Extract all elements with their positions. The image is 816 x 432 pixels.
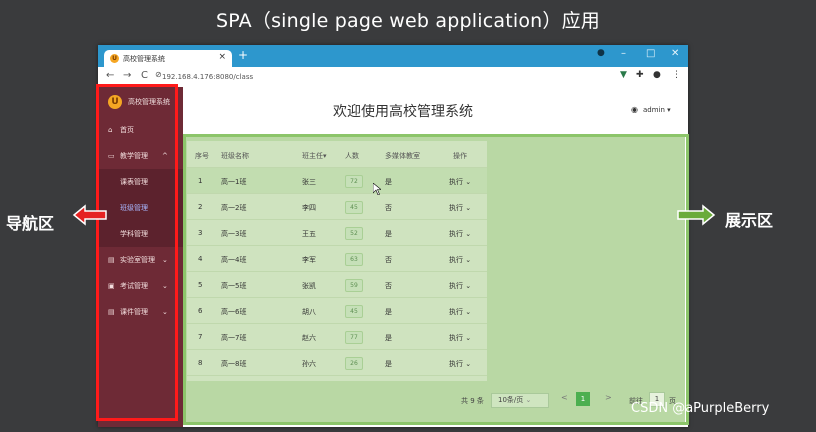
extensions-icon[interactable]: ✚ [636,70,644,80]
watermark: CSDN @aPurpleBerry [631,401,770,416]
user-icon[interactable]: ◉ [631,105,638,114]
vue-devtools-icon[interactable]: ▼ [620,70,627,80]
record-icon: ● [597,48,605,58]
nav-area-label: 导航区 [6,214,55,233]
close-tab-icon[interactable]: × [218,52,226,62]
user-menu[interactable]: admin ▾ [643,106,671,114]
browser-tab[interactable]: U 高校管理系统 × [104,50,232,67]
slide-title: SPA（single page web application）应用 [215,10,601,32]
close-window-button[interactable]: ✕ [671,48,679,59]
site-info-icon[interactable]: ⊘ [155,70,162,79]
profile-icon[interactable]: ● [653,70,661,80]
favicon-icon: U [110,54,119,63]
minimize-button[interactable]: – [621,48,626,59]
tab-title: 高校管理系统 [123,55,165,63]
display-area-label: 展示区 [725,211,774,230]
page-header: 欢迎使用高校管理系统 ◉ admin ▾ [183,87,688,131]
url-input[interactable]: 192.168.4.176:8080/class [162,70,582,84]
right-arrow-icon [677,204,716,226]
nav-area-highlight [96,84,178,421]
back-arrow-icon[interactable]: ← [106,70,114,81]
address-bar: ← → C ⊘ 192.168.4.176:8080/class ▼ ✚ ● ⋮ [98,67,688,88]
forward-arrow-icon[interactable]: → [123,70,131,81]
page-title: 欢迎使用高校管理系统 [333,104,473,120]
browser-titlebar: U 高校管理系统 × + ● – □ ✕ [98,45,688,67]
mouse-cursor-icon [373,183,381,195]
new-tab-button[interactable]: + [238,48,248,62]
user-name: admin [643,106,665,114]
left-arrow-icon [72,204,107,226]
reload-icon[interactable]: C [141,70,148,81]
display-area-highlight [183,134,689,425]
menu-dots-icon[interactable]: ⋮ [672,70,681,80]
maximize-button[interactable]: □ [646,48,655,59]
